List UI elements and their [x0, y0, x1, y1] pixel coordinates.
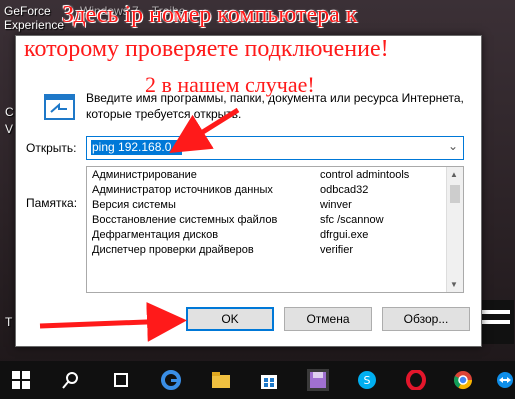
chrome-icon[interactable]: [452, 369, 474, 391]
save-app-icon[interactable]: [307, 369, 329, 391]
search-icon[interactable]: [60, 369, 82, 391]
arrow-to-input: [169, 107, 240, 153]
annotation-arrows: [39, 107, 240, 342]
opera-icon[interactable]: [405, 369, 427, 391]
windows-start-icon[interactable]: [10, 369, 32, 391]
task-view-icon[interactable]: [110, 369, 132, 391]
skype-icon[interactable]: S: [356, 369, 378, 391]
arrow-to-ok: [39, 301, 187, 342]
store-icon[interactable]: [258, 369, 280, 391]
explorer-icon[interactable]: [210, 369, 232, 391]
svg-text:S: S: [364, 374, 371, 387]
taskbar: S: [0, 361, 515, 399]
edge-icon[interactable]: [160, 369, 182, 391]
teamviewer-icon[interactable]: [494, 369, 515, 391]
